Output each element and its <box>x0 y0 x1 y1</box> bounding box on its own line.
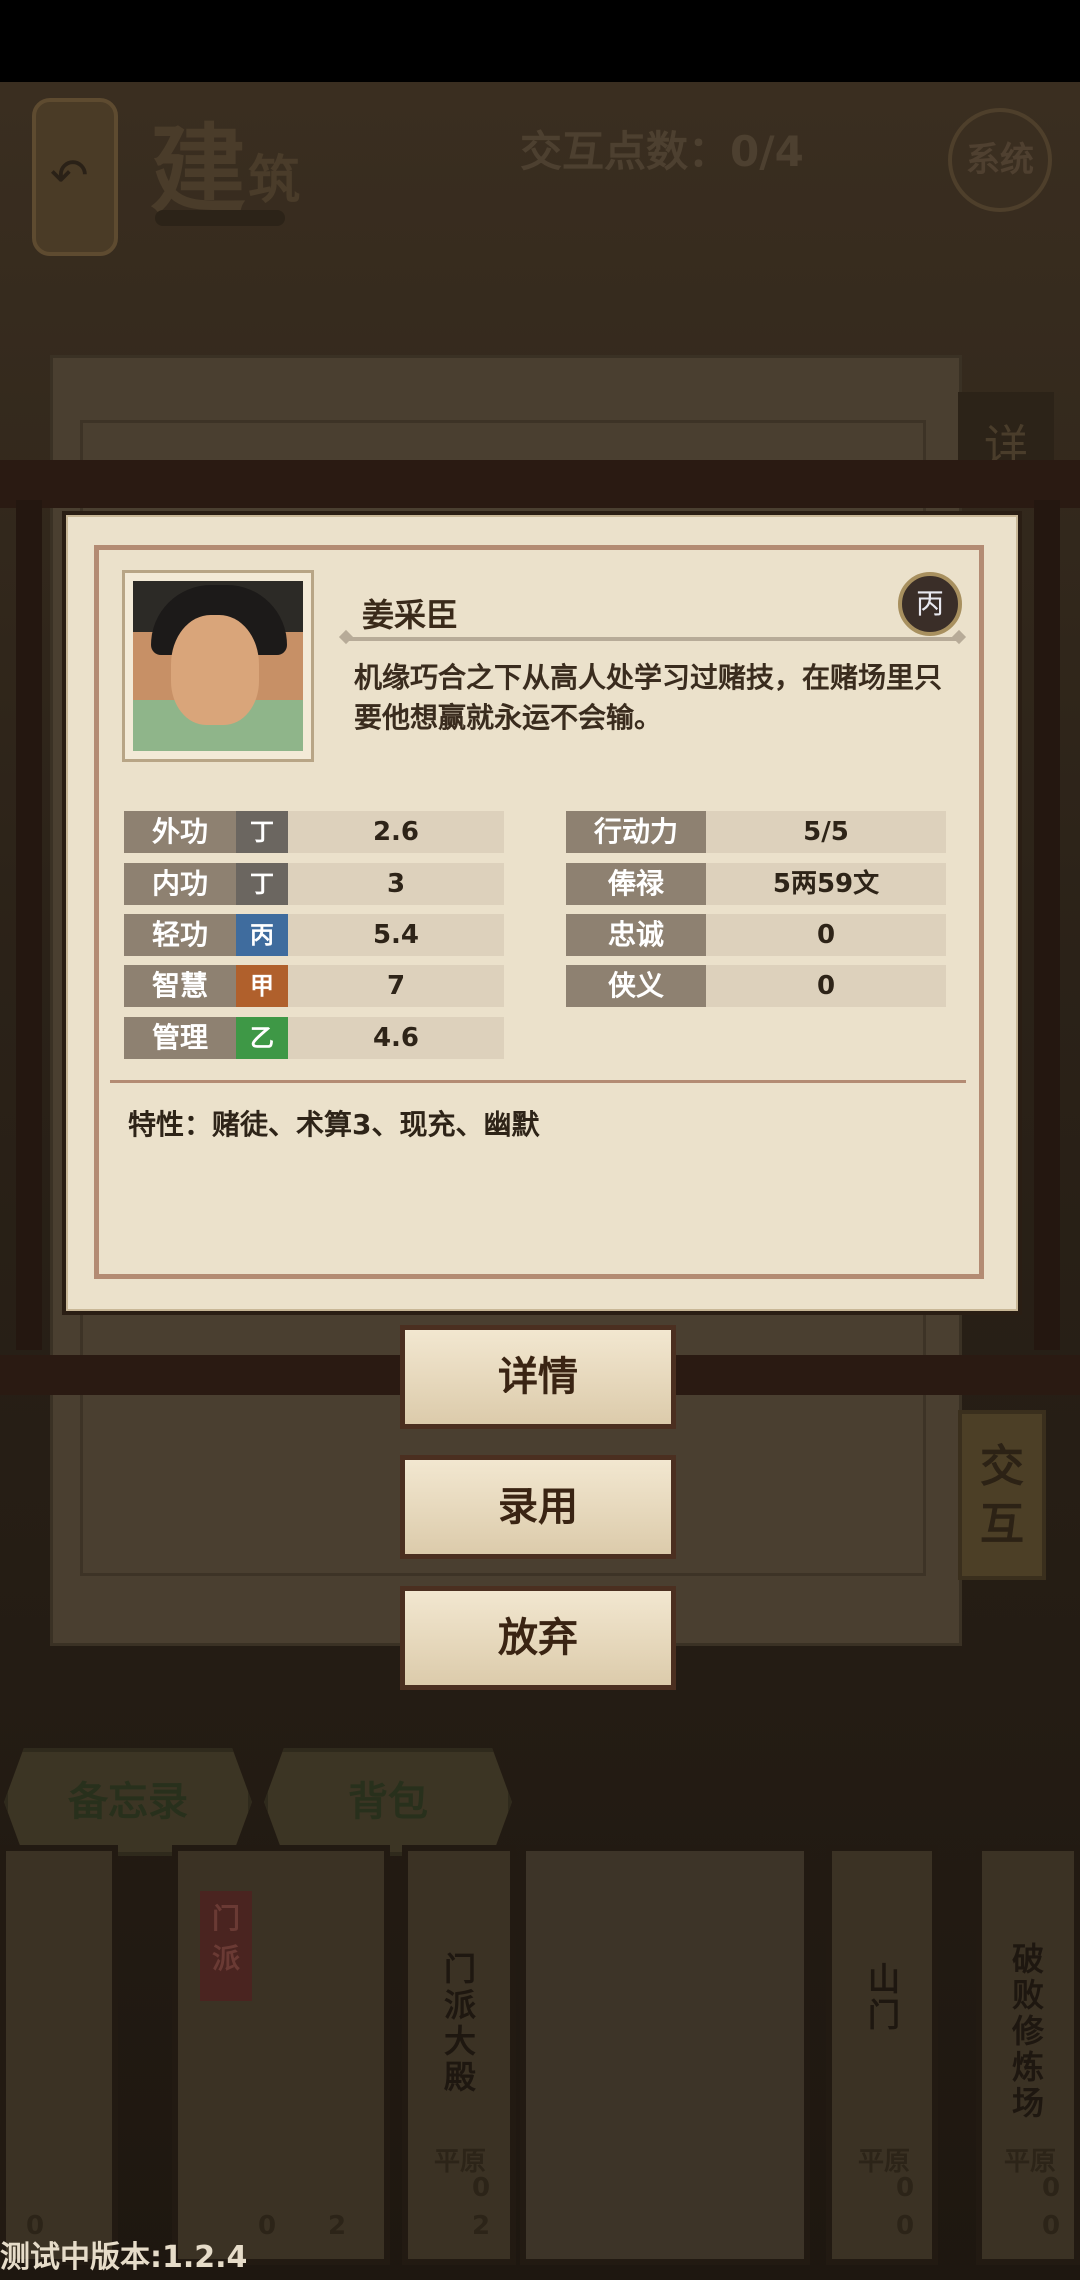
card-tag: 门派 <box>200 1891 252 2001</box>
interact-tab[interactable]: 交互 <box>958 1410 1046 1580</box>
system-button[interactable]: 系统 <box>948 108 1052 212</box>
grade-badge: 丙 <box>898 572 962 636</box>
back-arrow-icon: ↶ <box>50 148 89 202</box>
stat-row-wisdom: 智慧 甲 7 <box>124 965 504 1007</box>
stat-row-internal: 内功 丁 3 <box>124 863 504 905</box>
stat-value: 5两59文 <box>772 869 880 899</box>
card-count-a: 0 <box>1042 2173 1061 2203</box>
name-divider <box>345 637 960 641</box>
stat-label: 管理 <box>124 1017 236 1059</box>
building-card[interactable]: 山门 平原 0 0 <box>826 1845 938 2265</box>
building-card[interactable]: 门派 0 2 <box>172 1845 390 2265</box>
stat-value: 5.4 <box>372 920 420 950</box>
portrait-face <box>171 615 259 725</box>
traits-divider <box>110 1080 966 1083</box>
abandon-button[interactable]: 放弃 <box>400 1586 676 1690</box>
card-name: 门派大殿 <box>443 1950 476 2096</box>
stat-value: 2.6 <box>372 817 420 847</box>
details-button[interactable]: 详情 <box>400 1325 676 1429</box>
stat-value: 5/5 <box>803 817 849 847</box>
card-name: 破败修炼场 <box>1011 1940 1044 2122</box>
building-card[interactable]: 0 <box>0 1845 118 2265</box>
card-count-a: 0 <box>472 2173 491 2203</box>
stat-value: 7 <box>386 971 406 1001</box>
building-card[interactable]: 门派大殿 平原 0 2 <box>402 1845 516 2265</box>
stat-grade: 甲 <box>236 965 288 1007</box>
card-name: 山门 <box>867 1960 900 2034</box>
card-count-a: 0 <box>258 2211 277 2241</box>
frame-post-right <box>1034 500 1060 1350</box>
card-count-b: 0 <box>1042 2211 1061 2241</box>
stat-label: 忠诚 <box>566 914 706 956</box>
page-title-char2: 筑 <box>248 150 301 211</box>
title-underline <box>155 210 285 226</box>
character-name: 姜采臣 <box>362 596 459 634</box>
stat-row-action-points: 行动力 5/5 <box>566 811 946 853</box>
character-description: 机缘巧合之下从高人处学习过赌技，在赌场里只要他想赢就永运不会输。 <box>354 661 943 734</box>
stat-grade: 丁 <box>236 811 288 853</box>
stat-label: 轻功 <box>124 914 236 956</box>
frame-beam-top <box>0 460 1080 508</box>
stat-row-external: 外功 丁 2.6 <box>124 811 504 853</box>
character-traits: 特性：赌徒、术算3、现充、幽默 <box>128 1108 540 1141</box>
bag-tab[interactable]: 背包 <box>264 1748 512 1856</box>
stat-row-loyalty: 忠诚 0 <box>566 914 946 956</box>
stat-row-salary: 俸禄 5两59文 <box>566 863 946 905</box>
stat-label: 外功 <box>124 811 236 853</box>
interaction-points: 交互点数：0/4 <box>520 127 804 176</box>
stat-value: 0 <box>816 920 836 950</box>
card-count-b: 2 <box>328 2211 347 2241</box>
version-label: 测试中版本:1.2.4 <box>0 2240 248 2275</box>
stat-value: 4.6 <box>372 1023 420 1053</box>
stat-row-agility: 轻功 丙 5.4 <box>124 914 504 956</box>
stat-grade: 乙 <box>236 1017 288 1059</box>
building-card[interactable]: 破败修炼场 平原 0 0 <box>976 1845 1080 2265</box>
stat-row-chivalry: 侠义 0 <box>566 965 946 1007</box>
stat-label: 俸禄 <box>566 863 706 905</box>
card-count-a: 0 <box>896 2173 915 2203</box>
memo-tab[interactable]: 备忘录 <box>4 1748 252 1856</box>
portrait-image <box>133 581 303 751</box>
card-count-b: 2 <box>472 2211 491 2241</box>
status-bar <box>0 0 1080 82</box>
stat-grade: 丁 <box>236 863 288 905</box>
stat-value: 0 <box>816 971 836 1001</box>
card-count-b: 0 <box>896 2211 915 2241</box>
stat-label: 内功 <box>124 863 236 905</box>
frame-post-left <box>16 500 42 1350</box>
stat-label: 侠义 <box>566 965 706 1007</box>
back-button[interactable]: ↶ <box>32 98 118 256</box>
stat-label: 行动力 <box>566 811 706 853</box>
stat-grade: 丙 <box>236 914 288 956</box>
hire-button[interactable]: 录用 <box>400 1455 676 1559</box>
building-card[interactable] <box>520 1845 810 2265</box>
character-portrait <box>122 570 314 762</box>
stat-value: 3 <box>386 869 406 899</box>
stat-row-management: 管理 乙 4.6 <box>124 1017 504 1059</box>
stat-label: 智慧 <box>124 965 236 1007</box>
